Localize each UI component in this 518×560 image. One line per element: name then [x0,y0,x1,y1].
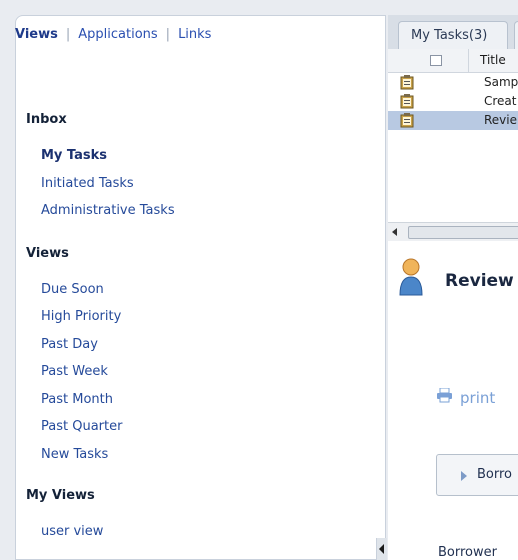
my-views-heading: My Views [26,488,95,503]
table-row[interactable]: Samp [388,73,518,92]
column-chooser-icon[interactable] [430,55,442,66]
expand-triangle-icon [461,471,467,481]
views-heading: Views [26,246,69,261]
views-tab-link[interactable]: Views [15,27,58,42]
nav-past-week[interactable]: Past Week [41,364,108,379]
title-column-header[interactable]: Title [480,53,506,67]
column-divider [468,49,469,72]
nav-past-month[interactable]: Past Month [41,392,113,407]
scroll-left-icon[interactable] [392,228,397,236]
task-title-cell: Creat [484,94,517,108]
task-clipboard-icon [400,75,414,90]
nav-past-day[interactable]: Past Day [41,337,98,352]
header-separator: | [65,26,71,42]
user-avatar-icon [399,258,423,296]
header-separator: | [165,26,171,42]
task-clipboard-icon [400,94,414,109]
task-clipboard-icon [400,113,414,128]
task-panel: My Tasks(3) Title Samp Creat Revie Revie… [388,15,518,560]
task-tabbar: My Tasks(3) [388,15,518,50]
nav-my-tasks[interactable]: My Tasks [41,148,107,163]
task-title-cell: Samp [484,75,518,89]
task-title-cell: Revie [484,113,517,127]
table-row[interactable]: Revie [388,111,518,130]
tab-my-tasks[interactable]: My Tasks(3) [398,21,508,49]
section-toggle-label: Borro [477,467,513,482]
nav-initiated-tasks[interactable]: Initiated Tasks [41,176,134,191]
nav-high-priority[interactable]: High Priority [41,309,121,324]
nav-user-view[interactable]: user view [41,524,103,539]
task-grid-header: Title [388,49,518,73]
inbox-heading: Inbox [26,112,67,127]
nav-past-quarter[interactable]: Past Quarter [41,419,122,434]
borrower-section-toggle[interactable]: Borro [436,454,518,496]
tab-next-partial[interactable] [514,21,518,50]
links-tab-link[interactable]: Links [178,27,211,42]
task-detail-title: Review [445,271,514,291]
borrower-field-label: Borrower [438,545,497,560]
print-link[interactable]: print [460,389,495,407]
collapse-panel-handle[interactable] [376,538,387,560]
nav-new-tasks[interactable]: New Tasks [41,447,108,462]
table-row[interactable]: Creat [388,92,518,111]
printer-icon[interactable] [436,388,453,403]
nav-due-soon[interactable]: Due Soon [41,282,104,297]
nav-administrative-tasks[interactable]: Administrative Tasks [41,203,175,218]
scrollbar-thumb[interactable] [408,226,518,239]
horizontal-scrollbar[interactable] [388,222,518,241]
applications-tab-link[interactable]: Applications [78,27,157,42]
